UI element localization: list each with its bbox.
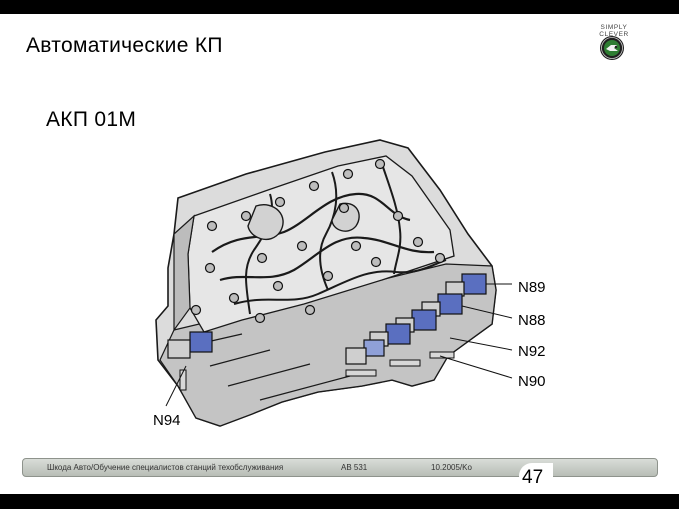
footer-date: 10.2005/Ko bbox=[431, 463, 472, 472]
footer-code: AB 531 bbox=[341, 463, 368, 472]
bottom-frame-bar bbox=[0, 494, 679, 509]
footer-course: Шкода Авто/Обучение специалистов станций… bbox=[47, 463, 284, 472]
top-frame-bar bbox=[0, 0, 679, 14]
label-n92: N92 bbox=[518, 343, 546, 360]
label-n90: N90 bbox=[518, 373, 546, 390]
label-n94: N94 bbox=[153, 412, 181, 429]
footer-bar: Шкода Авто/Обучение специалистов станций… bbox=[22, 458, 658, 477]
slide-title: Автоматические КП bbox=[26, 34, 223, 57]
skoda-logo-icon bbox=[600, 36, 624, 60]
label-n88: N88 bbox=[518, 312, 546, 329]
page-number: 47 bbox=[522, 467, 544, 488]
label-n89: N89 bbox=[518, 279, 546, 296]
brand-logo: SIMPLY CLEVER bbox=[588, 24, 640, 66]
slide-subtitle: АКП 01М bbox=[46, 108, 137, 131]
